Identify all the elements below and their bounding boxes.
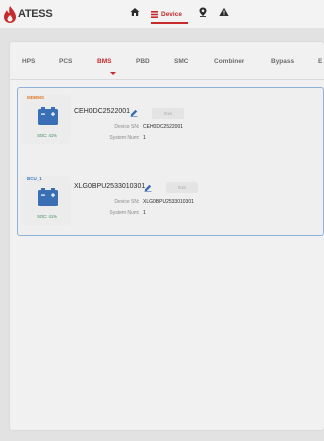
unit-serial: XLG0BPU2533010301 bbox=[74, 183, 146, 190]
system-num-label: System Num bbox=[109, 135, 138, 141]
home-icon[interactable] bbox=[130, 7, 140, 17]
colon: : bbox=[138, 124, 140, 130]
logo[interactable]: ATESS bbox=[3, 5, 53, 23]
bms-unit-tile[interactable]: BCU_1 SOC: 41% bbox=[23, 176, 71, 225]
soc-value: SOC: 41% bbox=[37, 214, 57, 219]
device-grid-icon bbox=[151, 10, 158, 18]
logo-text: ATESS bbox=[18, 8, 53, 20]
active-tab-indicator bbox=[110, 72, 116, 75]
location-pin-icon[interactable] bbox=[198, 7, 208, 17]
battery-icon bbox=[38, 107, 58, 125]
colon: : bbox=[138, 135, 140, 141]
tab-combiner[interactable]: Combiner bbox=[214, 58, 244, 65]
bms-unit-tile[interactable]: MDBMS SOC: 41% bbox=[23, 95, 71, 144]
edit-icon[interactable] bbox=[144, 184, 152, 192]
unit-tag: MDBMS bbox=[27, 95, 44, 100]
warning-icon[interactable] bbox=[219, 7, 229, 17]
system-num-label: System Num bbox=[109, 210, 138, 216]
tab-pcs[interactable]: PCS bbox=[59, 58, 72, 65]
tab-e[interactable]: E bbox=[318, 58, 322, 65]
top-bar: ATESS Device bbox=[0, 0, 324, 28]
main-panel: HPS PCS BMS PBD SMC Combiner Bypass E MD… bbox=[10, 42, 324, 430]
system-num-value: 1 bbox=[143, 135, 146, 141]
colon: : bbox=[138, 210, 140, 216]
tab-hps[interactable]: HPS bbox=[22, 58, 35, 65]
flame-logo-icon bbox=[4, 5, 16, 23]
nav-active-indicator bbox=[151, 22, 188, 24]
tab-pbd[interactable]: PBD bbox=[136, 58, 150, 65]
device-sn-label: Device SN bbox=[114, 124, 138, 130]
colon: : bbox=[138, 199, 140, 205]
exit-button[interactable]: Exit bbox=[166, 182, 198, 193]
bms-card: MDBMS SOC: 41% CEH0DC2522001 Exit Device… bbox=[17, 87, 324, 236]
system-num-value: 1 bbox=[143, 210, 146, 216]
tab-smc[interactable]: SMC bbox=[174, 58, 188, 65]
edit-icon[interactable] bbox=[130, 109, 138, 117]
exit-button[interactable]: Exit bbox=[152, 108, 184, 119]
device-sn-value: XLG0BPU2533010301 bbox=[143, 199, 194, 205]
device-sn-value: CEH0DC2522001 bbox=[143, 124, 184, 130]
nav-device[interactable]: Device bbox=[151, 6, 182, 22]
tab-bypass[interactable]: Bypass bbox=[271, 58, 294, 65]
soc-value: SOC: 41% bbox=[37, 133, 57, 138]
device-tabs: HPS PCS BMS PBD SMC Combiner Bypass E bbox=[10, 42, 324, 80]
unit-serial: CEH0DC2522001 bbox=[74, 108, 131, 115]
tab-bms[interactable]: BMS bbox=[97, 58, 111, 65]
device-sn-label: Device SN bbox=[114, 199, 138, 205]
unit-tag: BCU_1 bbox=[27, 176, 42, 181]
battery-icon bbox=[38, 188, 58, 206]
nav-device-label: Device bbox=[161, 10, 182, 18]
